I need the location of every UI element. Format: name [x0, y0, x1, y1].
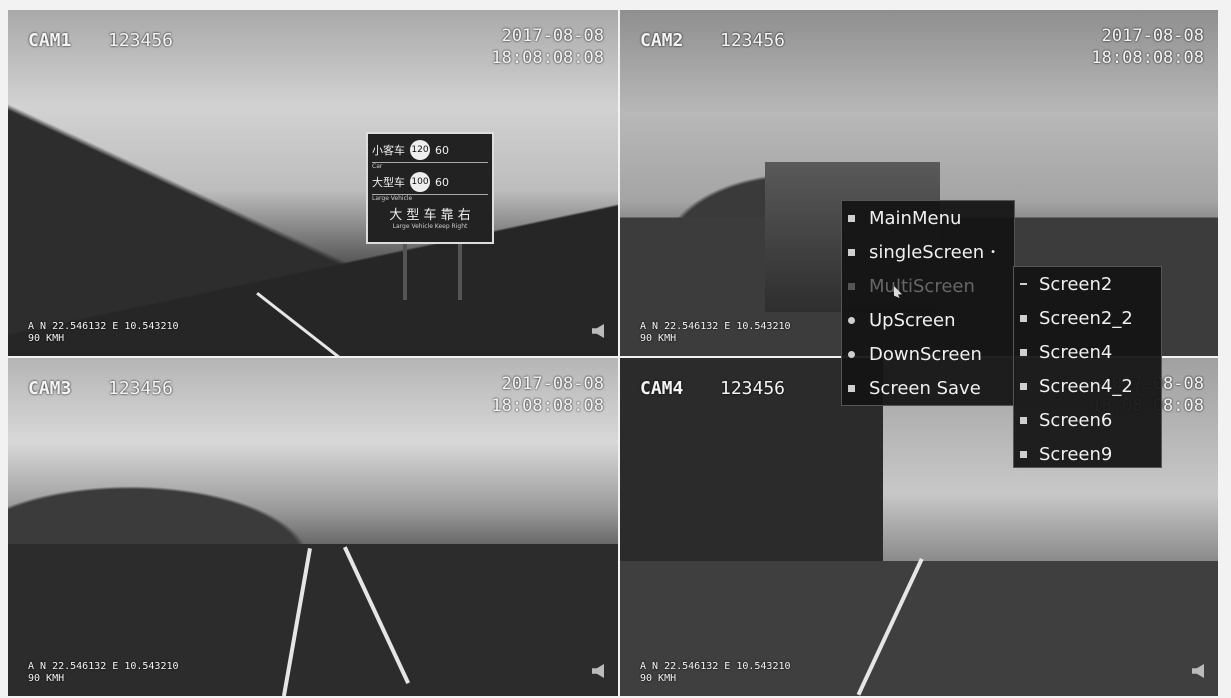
submenu-arrow-icon: •	[990, 246, 997, 258]
submenu-item-screen9[interactable]: Screen9	[1014, 437, 1161, 471]
sign-text: 大型车	[372, 176, 405, 189]
layout-2-2-icon	[1020, 314, 1027, 322]
sign-post	[403, 244, 407, 300]
camera-view-3[interactable]: CAM3 123456 2017-08-08 18:08:08:08 A N 2…	[8, 358, 618, 696]
speed-readout: 90 KMH	[640, 333, 677, 344]
sign-bottom-sub: Large Vehicle Keep Right	[392, 223, 468, 230]
menu-item-upscreen[interactable]: UpScreen	[842, 303, 1014, 337]
camera-date: 2017-08-08	[501, 374, 604, 394]
layout-9-icon	[1020, 450, 1027, 458]
gps-readout: A N 22.546132 E 10.543210	[28, 321, 179, 332]
menu-item-singlescreen[interactable]: singleScreen •	[842, 235, 1014, 269]
menu-item-multiscreen[interactable]: MultiScreen	[842, 269, 1014, 303]
layout-6-icon	[1020, 416, 1027, 424]
speed-max: 100	[410, 172, 430, 192]
submenu-item-screen2[interactable]: Screen2	[1014, 267, 1161, 301]
sign-bottom-text: 大 型 车 靠 右	[389, 208, 471, 223]
menu-item-label: singleScreen	[869, 241, 985, 263]
multiscreen-submenu: Screen2 Screen2_2 Screen4 Screen4_2 Scre…	[1013, 266, 1162, 468]
sign-sub-text: Car	[372, 163, 383, 170]
menu-item-label: DownScreen	[869, 343, 982, 365]
gps-readout: A N 22.546132 E 10.543210	[640, 661, 791, 672]
dvr-multiview-screen: 小客车 120 60 Car 大型车 100 60 Large Vehicle …	[0, 0, 1231, 698]
camera-code: 123456	[108, 378, 174, 399]
camera-label: CAM2	[640, 30, 684, 51]
speed-readout: 90 KMH	[640, 673, 677, 684]
menu-icon	[848, 214, 855, 222]
submenu-item-label: Screen2_2	[1039, 307, 1133, 329]
camera-label: CAM1	[28, 30, 72, 51]
submenu-item-label: Screen4_2	[1039, 375, 1133, 397]
multi-screen-icon	[848, 282, 855, 290]
camera-code: 123456	[108, 30, 174, 51]
camera-time: 18:08:08:08	[491, 396, 604, 416]
single-screen-icon	[848, 248, 855, 256]
submenu-item-screen4-2[interactable]: Screen4_2	[1014, 369, 1161, 403]
camera-date: 2017-08-08	[501, 26, 604, 46]
sign-post	[458, 244, 462, 300]
layout-4-2-icon	[1020, 382, 1027, 390]
camera-code: 123456	[720, 30, 786, 51]
submenu-item-label: Screen4	[1039, 341, 1113, 363]
camera-date: 2017-08-08	[1101, 26, 1204, 46]
camera-label: CAM3	[28, 378, 72, 399]
gps-readout: A N 22.546132 E 10.543210	[640, 321, 791, 332]
submenu-item-screen6[interactable]: Screen6	[1014, 403, 1161, 437]
sign-row-large-vehicle: 大型车 100 60	[372, 170, 488, 195]
menu-item-label: MainMenu	[869, 207, 962, 229]
down-icon	[848, 350, 855, 358]
speed-max: 120	[410, 140, 430, 160]
camera-label: CAM4	[640, 378, 684, 399]
menu-item-label: MultiScreen	[869, 275, 975, 297]
sign-sub-text: Large Vehicle	[372, 195, 413, 202]
menu-item-mainmenu[interactable]: MainMenu	[842, 201, 1014, 235]
camera-time: 18:08:08:08	[491, 48, 604, 68]
speed-readout: 90 KMH	[28, 673, 65, 684]
menu-item-label: UpScreen	[869, 309, 956, 331]
camera-code: 123456	[720, 378, 786, 399]
layout-2-icon	[1020, 283, 1027, 285]
gps-readout: A N 22.546132 E 10.543210	[28, 661, 179, 672]
speed-readout: 90 KMH	[28, 333, 65, 344]
save-icon	[848, 384, 855, 392]
speed-min: 60	[435, 175, 449, 189]
submenu-item-label: Screen6	[1039, 409, 1113, 431]
main-context-menu: MainMenu singleScreen • MultiScreen UpSc…	[841, 200, 1015, 406]
submenu-item-screen2-2[interactable]: Screen2_2	[1014, 301, 1161, 335]
menu-item-screensave[interactable]: Screen Save	[842, 371, 1014, 405]
menu-item-label: Screen Save	[869, 377, 981, 399]
submenu-item-label: Screen9	[1039, 443, 1113, 465]
sign-text: 小客车	[372, 144, 405, 157]
sign-row-car: 小客车 120 60	[372, 138, 488, 163]
submenu-item-screen4[interactable]: Screen4	[1014, 335, 1161, 369]
submenu-item-label: Screen2	[1039, 273, 1113, 295]
menu-item-downscreen[interactable]: DownScreen	[842, 337, 1014, 371]
layout-4-icon	[1020, 348, 1027, 356]
camera-time: 18:08:08:08	[1091, 48, 1204, 68]
up-icon	[848, 316, 855, 324]
road-sign: 小客车 120 60 Car 大型车 100 60 Large Vehicle …	[366, 132, 494, 244]
camera-view-1[interactable]: 小客车 120 60 Car 大型车 100 60 Large Vehicle …	[8, 10, 618, 356]
speed-min: 60	[435, 143, 449, 157]
